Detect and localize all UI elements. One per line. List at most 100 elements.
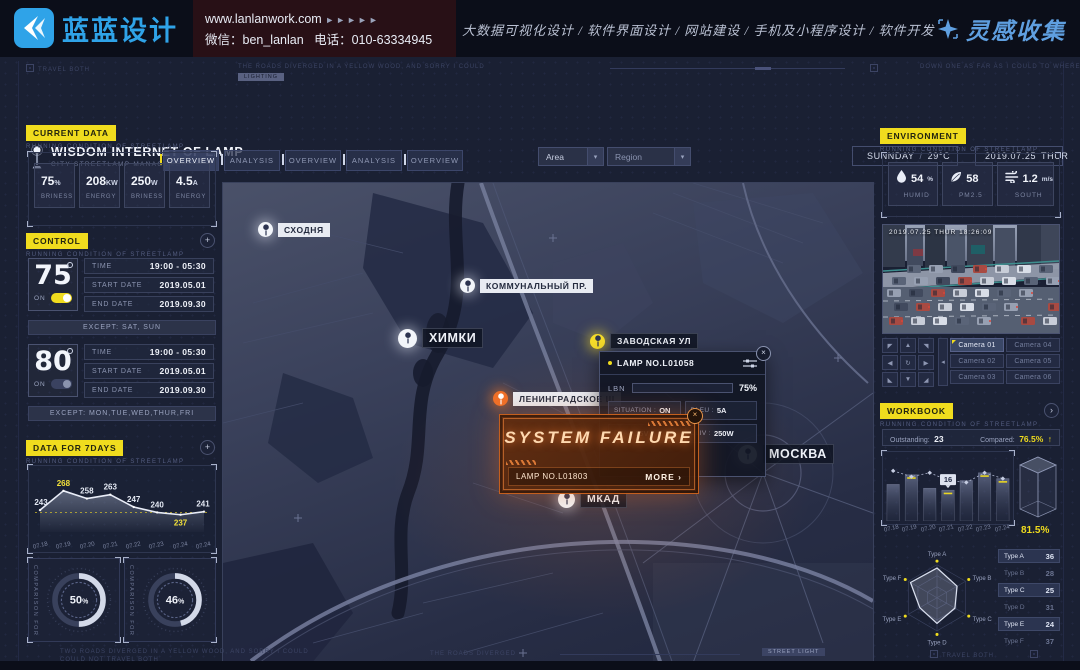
schedule-toggle-1[interactable]: [51, 293, 72, 303]
control-add-button[interactable]: +: [200, 233, 215, 248]
camera-button-6[interactable]: Camera 06: [1006, 370, 1060, 384]
map-pin[interactable]: СХОДНЯ: [258, 222, 330, 237]
close-icon[interactable]: ×: [756, 346, 771, 361]
region-select[interactable]: Region ▾: [607, 147, 691, 166]
svg-text:263: 263: [104, 483, 118, 492]
arrows-decoration: ►►►►►: [325, 15, 380, 25]
inspiration-collect[interactable]: 灵感收集: [936, 12, 1066, 46]
on-label: ON: [34, 295, 46, 302]
map-pin[interactable]: ЗАВОДСКАЯ УЛ: [590, 333, 698, 349]
brand[interactable]: 蓝蓝设计: [14, 8, 178, 48]
dpad-button-4[interactable]: ↻: [900, 355, 916, 370]
services-list: 大数据可视化设计 / 软件界面设计 / 网站建设 / 手机及小程序设计 / 软件…: [462, 20, 934, 39]
page: 蓝蓝设计 www.lanlanwork.com ►►►►► 微信：ben_lan…: [0, 0, 1080, 670]
svg-text:50%: 50%: [70, 595, 89, 607]
close-icon[interactable]: ×: [687, 408, 703, 424]
legend-row-type-f[interactable]: Type F37: [998, 634, 1060, 648]
more-button[interactable]: MORE ›: [645, 472, 682, 482]
tab-overview-4[interactable]: OVERVIEW: [407, 150, 463, 171]
camera-button-5[interactable]: Camera 05: [1006, 354, 1060, 368]
dpad-button-7[interactable]: ▼: [900, 372, 916, 387]
workbook-chart-panel[interactable]: 16: [882, 451, 1014, 525]
brightness-bar[interactable]: [632, 383, 733, 393]
camera-button-2[interactable]: Camera 02: [950, 354, 1004, 368]
workbook-footer-percent: 81.5%: [1021, 525, 1049, 536]
env-stat-box: 58PM2.5: [942, 162, 992, 206]
phone-number: 电话：010-63334945: [314, 33, 432, 47]
seven-days-add-button[interactable]: +: [200, 440, 215, 455]
svg-text:243: 243: [34, 498, 48, 507]
gauge-chart: 46%: [138, 562, 212, 638]
collect-label: 灵感收集: [966, 12, 1066, 46]
time-row[interactable]: TIME19:00 - 05:30: [84, 258, 214, 274]
svg-text:Type D: Type D: [927, 640, 947, 646]
alert-footer: LAMP NO.L01803 MORE ›: [508, 467, 690, 486]
start-date-row[interactable]: START DATE2019.05.01: [84, 277, 214, 293]
workbook-more-button[interactable]: ›: [1044, 403, 1059, 418]
seven-days-line-chart[interactable]: 243268258263247240237241: [31, 470, 213, 534]
camera-list-left-arrow[interactable]: ◂: [938, 338, 948, 386]
outstanding-label: Outstanding:: [890, 437, 930, 444]
legend-row-type-c[interactable]: Type C25: [998, 583, 1060, 597]
on-label: ON: [34, 381, 46, 388]
legend-row-type-a[interactable]: Type A36: [998, 549, 1060, 563]
camera-button-3[interactable]: Camera 03: [950, 370, 1004, 384]
dpad-button-6[interactable]: ◣: [882, 372, 898, 387]
end-date-row[interactable]: END DATE2019.09.30: [84, 296, 214, 312]
dpad-button-1[interactable]: ▲: [900, 338, 916, 353]
schedule-toggle-2[interactable]: [51, 379, 72, 389]
except-days-2: EXCEPT: MON,TUE,WED,THUR,FRI: [28, 406, 216, 421]
start-date-row[interactable]: START DATE2019.05.01: [84, 363, 214, 379]
camera-button-4[interactable]: Camera 04: [1006, 338, 1060, 352]
environment-stats: 54%HUMID58PM2.51.2m/sSOUTH: [888, 162, 1054, 206]
time-row[interactable]: TIME19:00 - 05:30: [84, 344, 214, 360]
legend-row-type-b[interactable]: Type B28: [998, 566, 1060, 580]
tab-overview-2[interactable]: OVERVIEW: [285, 150, 341, 171]
tab-analysis-3[interactable]: ANALYSIS: [346, 150, 402, 171]
map-pin[interactable]: КОММУНАЛЬНЫЙ ПР.: [460, 278, 593, 293]
map-pin-label: СХОДНЯ: [278, 223, 330, 237]
alert-title: SYSTEM FAILURE: [500, 428, 698, 448]
decor-checkbox-bottom-2: [1030, 650, 1042, 659]
current-data-stats: 75%BRINESS208KWENERGY250WBRINESS4.5AENER…: [34, 163, 210, 208]
schedule-rows-2: TIME19:00 - 05:30 START DATE2019.05.01 E…: [84, 344, 214, 398]
tab-analysis-1[interactable]: ANALYSIS: [224, 150, 280, 171]
svg-text:258: 258: [80, 487, 94, 496]
legend-row-type-e[interactable]: Type E24: [998, 617, 1060, 631]
current-data-subtitle: RUNNING CONDITION OF STREETLAMP: [26, 144, 184, 150]
humidity-drop-icon: [896, 170, 907, 188]
dpad-button-0[interactable]: ◤: [882, 338, 898, 353]
svg-text:247: 247: [127, 495, 141, 504]
camera-button-1[interactable]: Camera 01: [950, 338, 1004, 352]
lamp-pin-icon: [258, 222, 273, 237]
camera-feed[interactable]: 2019.07.25 THUR 18:26:09: [882, 224, 1060, 334]
seven-days-x-labels: 07.1807.1907.2007.2107.2207.2307.2407.24: [33, 543, 211, 549]
lamp-id: LAMP NO.L01058: [617, 358, 738, 368]
svg-text:237: 237: [174, 519, 188, 528]
seven-days-chart-panel[interactable]: 243268258263247240237241 07.1807.1907.20…: [28, 465, 216, 553]
area-select[interactable]: Area ▾: [538, 147, 604, 166]
workbook-bar-chart[interactable]: 16: [884, 455, 1012, 521]
dpad-button-2[interactable]: ◥: [918, 338, 934, 353]
legend-row-type-d[interactable]: Type D31: [998, 600, 1060, 614]
svg-text:Type A: Type A: [928, 552, 947, 558]
dpad-button-8[interactable]: ◢: [918, 372, 934, 387]
map-pin[interactable]: ХИМКИ: [398, 328, 483, 348]
decor-checkbox-left: TRAVEL BOTH: [26, 64, 90, 73]
gauge-label: COMPARISON FOR: [128, 565, 134, 636]
compared-value: 76.5%: [1019, 434, 1043, 444]
hatch-decoration: [648, 421, 692, 426]
site-url[interactable]: www.lanlanwork.com: [205, 12, 322, 26]
dpad-button-5[interactable]: ▶: [918, 355, 934, 370]
camera-timestamp: 2019.07.25 THUR 18:26:09: [889, 229, 992, 236]
city-map[interactable]: СХОДНЯКОММУНАЛЬНЫЙ ПР.ХИМКИЗАВОДСКАЯ УЛЛ…: [222, 182, 874, 670]
contact-block: www.lanlanwork.com ►►►►► 微信：ben_lanlan 电…: [205, 9, 432, 50]
bulb-icon: [67, 348, 73, 354]
end-date-row[interactable]: END DATE2019.09.30: [84, 382, 214, 398]
decor-bottom-line: [560, 654, 740, 655]
sliders-icon[interactable]: [743, 359, 757, 368]
dpad-button-3[interactable]: ◀: [882, 355, 898, 370]
svg-text:240: 240: [150, 500, 164, 509]
svg-text:268: 268: [57, 479, 71, 488]
control-title: CONTROL: [26, 233, 88, 249]
